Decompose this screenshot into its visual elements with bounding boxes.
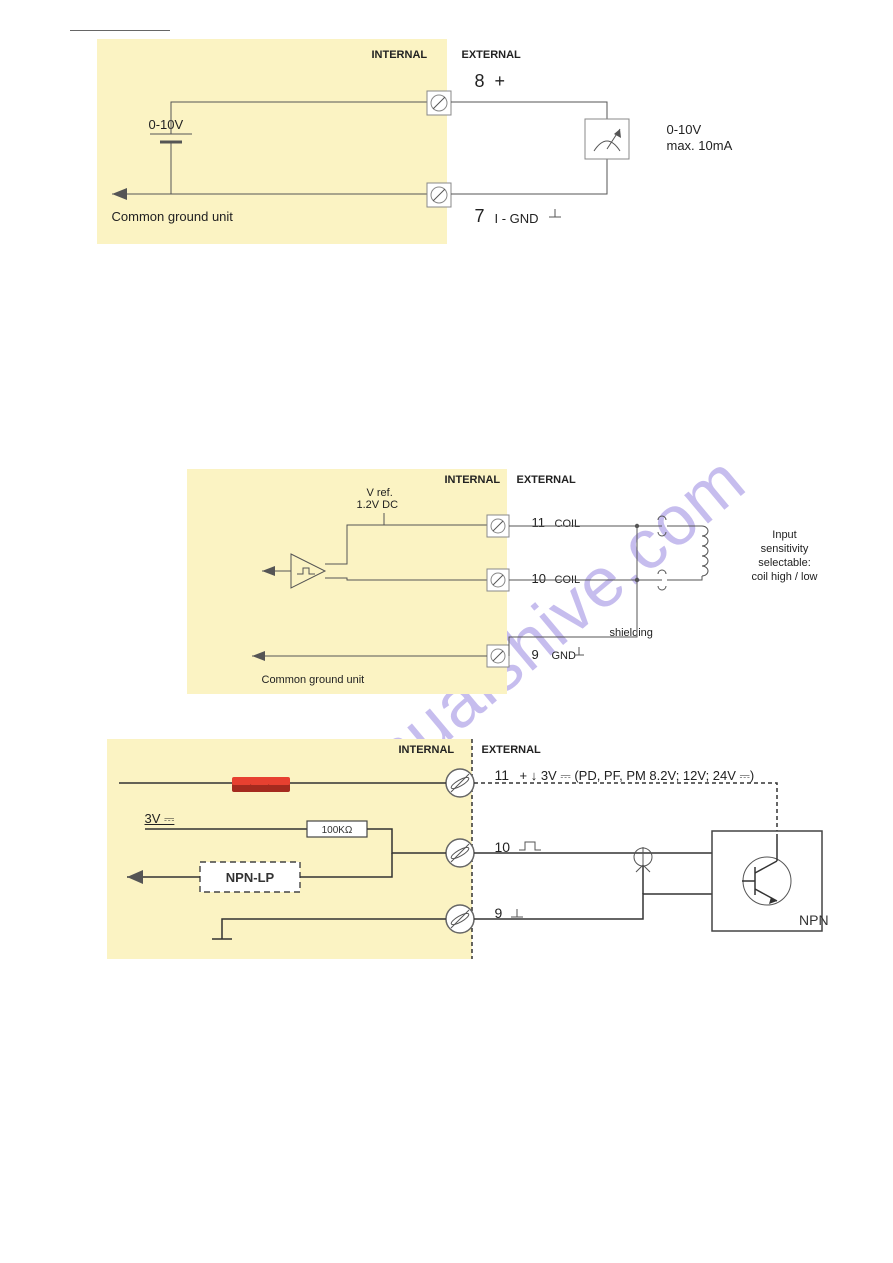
fig3-terminal-11 — [446, 769, 474, 797]
fig2-terminal-10 — [487, 569, 509, 591]
fig2-terminal-9 — [487, 645, 509, 667]
cells-icon — [232, 777, 290, 792]
fig3-resistor-value: 100KΩ — [321, 825, 352, 836]
fig3-npn-label: NPN — [799, 912, 829, 928]
battery-symbol — [150, 134, 192, 142]
figure-coil-input: INTERNAL EXTERNAL V ref. 1.2V DC 11 COIL… — [47, 469, 847, 699]
fig3-ground-icon — [511, 909, 523, 917]
figure-analog-output: INTERNAL EXTERNAL 0-10V Common ground un… — [67, 39, 827, 249]
fig3-npnlp-label: NPN-LP — [225, 870, 274, 885]
fig2-terminal-11 — [487, 515, 509, 537]
ignd-ground-icon — [549, 209, 561, 217]
terminal-7 — [427, 183, 451, 207]
pulse-icon — [519, 842, 541, 850]
section-underline — [70, 30, 170, 31]
fig2-ground-icon — [574, 647, 584, 655]
terminal-8 — [427, 91, 451, 115]
comparator-icon — [291, 554, 325, 588]
npn-box: NPN — [712, 831, 829, 931]
coil-icon — [667, 526, 708, 580]
meter-symbol — [585, 119, 629, 159]
figure-npn-input: INTERNAL EXTERNAL 11 + ↓ 3V ⎓ (PD, PF, P… — [47, 739, 847, 969]
fig3-terminal-10 — [446, 839, 474, 867]
fig3-terminal-9 — [446, 905, 474, 933]
